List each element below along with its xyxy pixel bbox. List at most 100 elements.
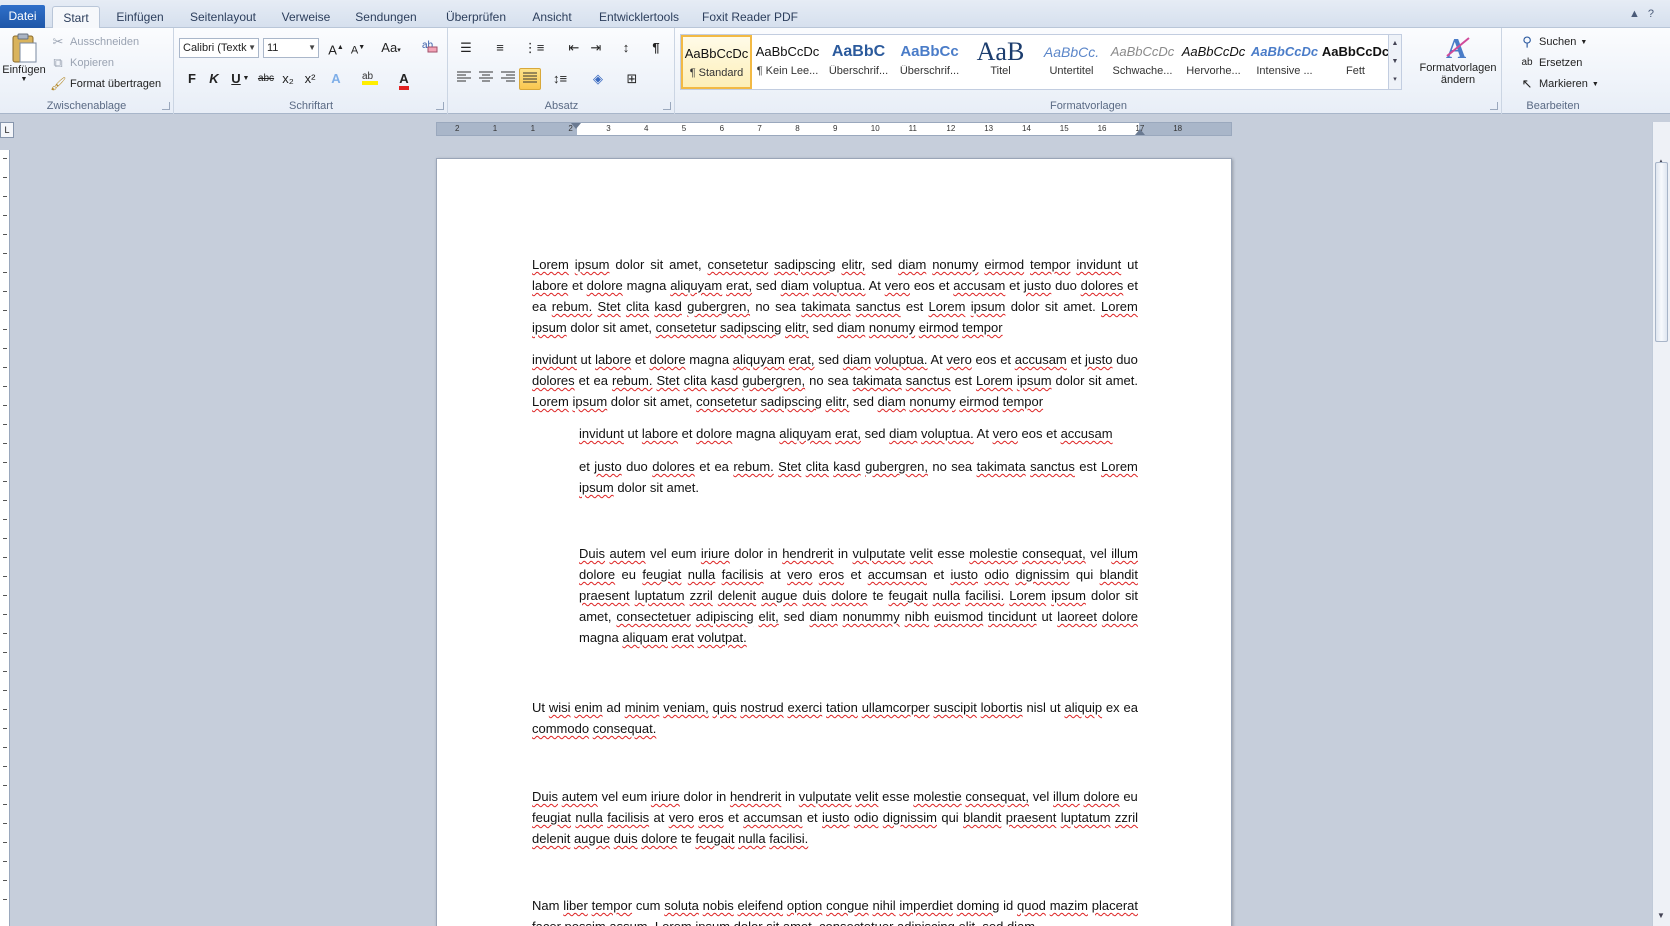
gallery-more-icon[interactable]: ▾ <box>1389 71 1401 89</box>
italic-button[interactable]: K <box>203 68 225 90</box>
multilevel-list-icon[interactable]: ⋮≡ <box>523 37 545 59</box>
decrease-indent-icon[interactable]: ⇤ <box>563 37 585 59</box>
shrink-font-icon[interactable]: A▼ <box>347 37 369 59</box>
vertical-ruler[interactable] <box>0 150 10 926</box>
document-word: voluptua. <box>920 426 974 441</box>
highlight-icon[interactable]: ab <box>359 68 381 90</box>
style-subtle-emphasis[interactable]: AaBbCcDc Schwache... <box>1107 35 1178 89</box>
find-button[interactable]: ⚲ Suchen ▼ <box>1519 34 1587 50</box>
chevron-down-icon[interactable]: ▼ <box>241 68 251 90</box>
style-no-spacing[interactable]: AaBbCcDc ¶ Kein Lee... <box>752 35 823 89</box>
shading-icon[interactable]: ◈ <box>587 68 609 90</box>
superscript-button[interactable]: x² <box>299 68 321 90</box>
dialog-launcher-icon[interactable] <box>162 102 170 110</box>
line-spacing-icon[interactable]: ↕≡ <box>549 68 571 90</box>
gallery-down-icon[interactable]: ▼ <box>1389 53 1401 71</box>
ruler-tick <box>3 880 7 881</box>
paste-dropdown-icon[interactable]: ▼ <box>21 76 28 83</box>
document-word: zzril <box>689 588 713 603</box>
align-left-icon[interactable] <box>453 68 475 90</box>
clear-formatting-icon[interactable]: ab <box>419 37 441 59</box>
align-center-icon[interactable] <box>475 68 497 90</box>
style-strong[interactable]: AaBbCcDc Fett <box>1320 35 1391 89</box>
document-paragraph[interactable]: Ut wisi enim ad minim veniam, quis nostr… <box>532 697 1138 739</box>
document-word: nonumy <box>909 394 956 409</box>
format-painter-button[interactable]: 🖌 Format übertragen <box>50 76 161 92</box>
style-heading-2[interactable]: AaBbCc Überschrif... <box>894 35 965 89</box>
show-marks-icon[interactable]: ¶ <box>645 37 667 59</box>
document-word: sed <box>755 278 777 293</box>
tab-references[interactable]: Verweise <box>276 6 336 28</box>
document-word: et <box>1009 278 1020 293</box>
document-word: duo <box>1116 352 1138 367</box>
style-emphasis[interactable]: AaBbCcDc Hervorhe... <box>1178 35 1249 89</box>
document-word: praesent <box>579 588 630 603</box>
minimize-ribbon-icon[interactable]: ▲ <box>1629 8 1648 20</box>
tab-foxit-pdf[interactable]: Foxit Reader PDF <box>700 6 800 28</box>
document-paragraph[interactable]: Lorem ipsum dolor sit amet, consetetur s… <box>532 254 1138 338</box>
chevron-down-icon: ▼ <box>248 43 256 52</box>
document-paragraph[interactable]: Nam liber tempor cum soluta nobis eleife… <box>532 895 1138 926</box>
horizontal-ruler[interactable]: 2 1 1 2 3 4 5 6 7 8 9 10 11 12 13 14 15 16 17 18 <box>436 122 1232 136</box>
dialog-launcher-icon[interactable] <box>663 102 671 110</box>
font-family-select[interactable]: Calibri (Textk ▼ <box>179 38 259 58</box>
text-effects-icon[interactable]: A <box>325 68 347 90</box>
numbering-icon[interactable]: ≡ <box>489 37 511 59</box>
paste-button[interactable]: Einfügen ▼ <box>2 32 46 83</box>
tab-start[interactable]: Start <box>52 6 100 29</box>
tab-selector[interactable]: L <box>0 122 14 138</box>
increase-indent-icon[interactable]: ⇥ <box>585 37 607 59</box>
tab-review[interactable]: Überprüfen <box>438 6 514 28</box>
style-subtitle[interactable]: AaBbCc. Untertitel <box>1036 35 1107 89</box>
vertical-scrollbar[interactable]: ▲ ▼ <box>1652 122 1670 926</box>
tab-insert[interactable]: Einfügen <box>110 6 170 28</box>
document-word: eleifend <box>737 898 784 913</box>
cut-button[interactable]: ✂ Ausschneiden <box>50 34 140 50</box>
document-word: accusam <box>1014 352 1067 367</box>
tab-view[interactable]: Ansicht <box>526 6 578 28</box>
document-page[interactable]: Lorem ipsum dolor sit amet, consetetur s… <box>436 158 1232 926</box>
gallery-up-icon[interactable]: ▲ <box>1389 35 1401 53</box>
justify-icon[interactable] <box>519 68 541 90</box>
grow-font-icon[interactable]: A▲ <box>325 37 347 59</box>
document-paragraph[interactable]: Duis autem vel eum iriure dolor in hendr… <box>579 543 1138 648</box>
strikethrough-button[interactable]: abc <box>255 68 277 90</box>
bullets-icon[interactable]: ☰ <box>455 37 477 59</box>
copy-button[interactable]: ⧉ Kopieren <box>50 55 114 71</box>
help-icon[interactable]: ? <box>1648 8 1662 20</box>
select-button[interactable]: ↖ Markieren ▼ <box>1519 76 1599 92</box>
borders-icon[interactable]: ⊞ <box>621 68 643 90</box>
document-paragraph[interactable]: invidunt ut labore et dolore magna aliqu… <box>579 423 1138 444</box>
font-color-icon[interactable]: A <box>393 68 415 90</box>
tab-page-layout[interactable]: Seitenlayout <box>182 6 264 28</box>
document-word: dolor <box>683 789 713 804</box>
font-size-select[interactable]: 11 ▼ <box>263 38 319 58</box>
style-heading-1[interactable]: AaBbC Überschrif... <box>823 35 894 89</box>
document-word: sadipscing <box>719 320 782 335</box>
first-line-indent-marker[interactable] <box>571 123 581 129</box>
bold-button[interactable]: F <box>181 68 203 90</box>
tab-developer[interactable]: Entwicklertools <box>592 6 686 28</box>
tab-mailings[interactable]: Sendungen <box>350 6 422 28</box>
dialog-launcher-icon[interactable] <box>436 102 444 110</box>
tab-file[interactable]: Datei <box>0 5 45 28</box>
document-paragraph[interactable]: et justo duo dolores et ea rebum. Stet c… <box>579 456 1138 498</box>
subscript-button[interactable]: x₂ <box>277 68 299 90</box>
document-word: accumsan <box>743 810 803 825</box>
style-title[interactable]: AaB Titel <box>965 35 1036 89</box>
scroll-down-icon[interactable]: ▼ <box>1657 911 1665 920</box>
scrollbar-thumb[interactable] <box>1655 162 1668 342</box>
document-word: luptatum <box>1060 810 1111 825</box>
change-styles-button[interactable]: A Formatvorlagen ändern <box>1418 32 1498 86</box>
document-paragraph[interactable]: invidunt ut labore et dolore magna aliqu… <box>532 349 1138 412</box>
change-case-icon[interactable]: Aa▾ <box>377 37 405 59</box>
dialog-launcher-icon[interactable] <box>1490 102 1498 110</box>
style-intense-emphasis[interactable]: AaBbCcDc Intensive ... <box>1249 35 1320 89</box>
right-indent-marker[interactable] <box>1135 129 1145 135</box>
document-paragraph[interactable]: Duis autem vel eum iriure dolor in hendr… <box>532 786 1138 849</box>
style-standard[interactable]: AaBbCcDc ¶ Standard <box>681 35 752 89</box>
replace-button[interactable]: ab Ersetzen <box>1519 55 1582 71</box>
align-right-icon[interactable] <box>497 68 519 90</box>
gallery-scroll[interactable]: ▲ ▼ ▾ <box>1388 35 1401 89</box>
sort-icon[interactable]: ↕ <box>615 37 637 59</box>
